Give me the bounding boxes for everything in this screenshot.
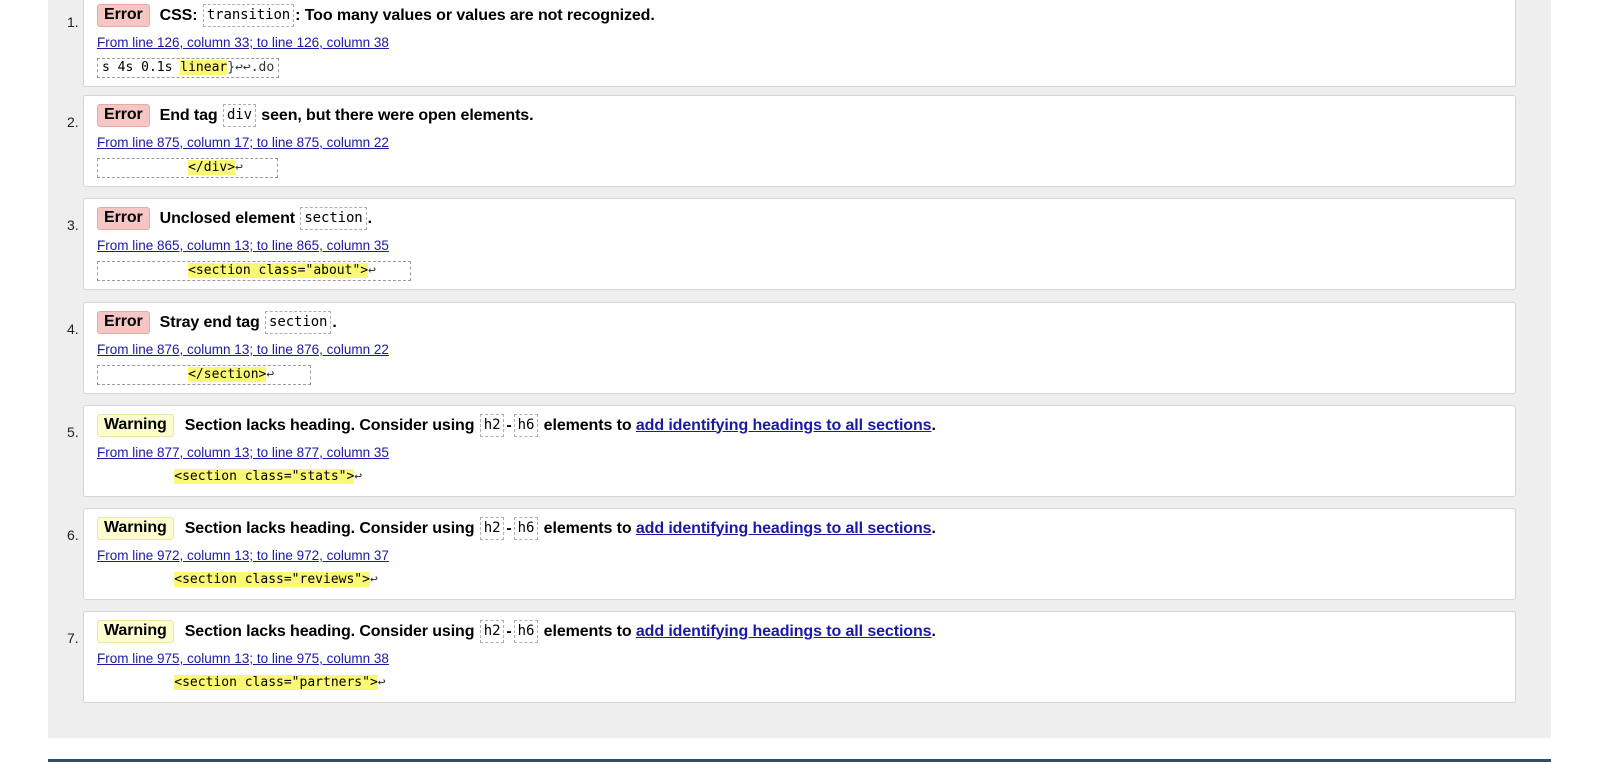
code-extract: <section class="stats">↩ <box>92 468 366 488</box>
message-text: End tag <box>159 106 222 124</box>
location-link[interactable]: From line 865, column 13; to line 865, c… <box>97 238 389 253</box>
extract-pre <box>96 572 174 587</box>
location-link[interactable]: From line 126, column 33; to line 126, c… <box>97 35 389 50</box>
code-extract: </section>↩ <box>97 365 311 385</box>
code-extract: <section class="reviews">↩ <box>92 571 382 591</box>
code-token: h2 <box>479 620 505 643</box>
message-text: Unclosed element <box>159 209 300 227</box>
message-text: . <box>931 622 936 640</box>
message-text: . <box>931 416 936 434</box>
message-text: Stray end tag <box>159 313 265 331</box>
extract-post: ↩ <box>266 367 275 382</box>
location-link[interactable]: From line 877, column 13; to line 877, c… <box>97 445 389 460</box>
message-item: 7. Warning Section lacks heading. Consid… <box>67 611 1516 703</box>
extract-post: }↩↩.do <box>227 60 275 75</box>
extract-highlight: <section class="stats"> <box>174 469 355 484</box>
extract-highlight: </div> <box>188 160 236 175</box>
message-text: Section lacks heading. Consider using <box>184 622 479 640</box>
message-text: : Too many values or values are not reco… <box>295 6 655 24</box>
error-badge: Error <box>97 104 150 127</box>
location-link[interactable]: From line 876, column 13; to line 876, c… <box>97 342 389 357</box>
message-number: 6. <box>67 527 79 543</box>
extract-post: ↩ <box>369 572 378 587</box>
message-text: . <box>332 313 337 331</box>
extract-post: ↩ <box>368 263 376 278</box>
code-extract: <section class="about">↩ <box>97 261 411 281</box>
message-number: 4. <box>67 321 79 337</box>
location-link[interactable]: From line 975, column 13; to line 975, c… <box>97 651 389 666</box>
extract-pre <box>102 160 188 175</box>
extract-highlight: <section class="about"> <box>188 263 369 278</box>
message-text: elements to <box>539 622 636 640</box>
code-token: h6 <box>513 620 539 643</box>
message-text: . <box>931 519 936 537</box>
extract-highlight: </section> <box>188 367 267 382</box>
message-item: 3. Error Unclosed element section . From… <box>67 198 1516 290</box>
message-item: 5. Warning Section lacks heading. Consid… <box>67 405 1516 497</box>
message-text: . <box>367 209 372 227</box>
message-heading: Warning Section lacks heading. Consider … <box>97 517 936 540</box>
extract-pre <box>102 263 188 278</box>
message-text: Section lacks heading. Consider using <box>184 416 479 434</box>
message-text: CSS: <box>159 6 202 24</box>
message-heading: Warning Section lacks heading. Consider … <box>97 414 936 437</box>
extract-pre: s 4s 0.1s <box>102 60 181 75</box>
extract-post: ↩ <box>354 469 363 484</box>
message-text: - <box>506 519 512 537</box>
headings-help-link[interactable]: add identifying headings to all sections <box>636 417 932 435</box>
message-text: seen, but there were open elements. <box>256 106 534 124</box>
code-extract: <section class="partners">↩ <box>92 674 390 694</box>
extract-highlight: <section class="reviews"> <box>174 572 370 587</box>
message-item: 1. Error CSS: transition : Too many valu… <box>67 0 1516 87</box>
code-extract: </div>↩ <box>97 158 278 178</box>
error-badge: Error <box>97 207 150 230</box>
message-number: 1. <box>67 14 79 30</box>
code-token: div <box>222 104 256 127</box>
warning-badge: Warning <box>97 517 174 540</box>
message-number: 7. <box>67 630 79 646</box>
message-text: - <box>506 622 512 640</box>
code-extract: s 4s 0.1s linear}↩↩.do <box>97 58 280 78</box>
location-link[interactable]: From line 875, column 17; to line 875, c… <box>97 135 389 150</box>
code-token: section <box>265 311 332 334</box>
message-item: 4. Error Stray end tag section . From li… <box>67 302 1516 394</box>
code-token: h2 <box>479 414 505 437</box>
code-token: h2 <box>479 517 505 540</box>
extract-highlight: linear <box>180 60 228 75</box>
error-badge: Error <box>97 311 150 334</box>
message-text: Section lacks heading. Consider using <box>184 519 479 537</box>
error-badge: Error <box>97 4 150 27</box>
code-token: transition <box>202 4 295 27</box>
extract-pre <box>96 675 174 690</box>
message-number: 5. <box>67 424 79 440</box>
message-text: elements to <box>539 416 636 434</box>
extract-post: ↩ <box>377 675 386 690</box>
code-token: h6 <box>513 414 539 437</box>
headings-help-link[interactable]: add identifying headings to all sections <box>636 623 932 641</box>
message-item: 2. Error End tag div seen, but there wer… <box>67 95 1516 187</box>
warning-badge: Warning <box>97 414 174 437</box>
code-token: h6 <box>513 517 539 540</box>
message-number: 3. <box>67 217 79 233</box>
message-text: - <box>506 416 512 434</box>
message-number: 2. <box>67 114 79 130</box>
extract-pre <box>96 469 174 484</box>
extract-highlight: <section class="partners"> <box>174 675 378 690</box>
extract-post: ↩ <box>235 160 243 175</box>
headings-help-link[interactable]: add identifying headings to all sections <box>636 520 932 538</box>
message-heading: Error Stray end tag section . <box>97 311 337 334</box>
message-heading: Error CSS: transition : Too many values … <box>97 4 655 27</box>
message-heading: Warning Section lacks heading. Consider … <box>97 620 936 643</box>
location-link[interactable]: From line 972, column 13; to line 972, c… <box>97 548 389 563</box>
message-item: 6. Warning Section lacks heading. Consid… <box>67 508 1516 600</box>
warning-badge: Warning <box>97 620 174 643</box>
code-token: section <box>300 207 367 230</box>
message-heading: Error End tag div seen, but there were o… <box>97 104 534 127</box>
message-text: elements to <box>539 519 636 537</box>
extract-pre <box>102 367 188 382</box>
message-heading: Error Unclosed element section . <box>97 207 372 230</box>
